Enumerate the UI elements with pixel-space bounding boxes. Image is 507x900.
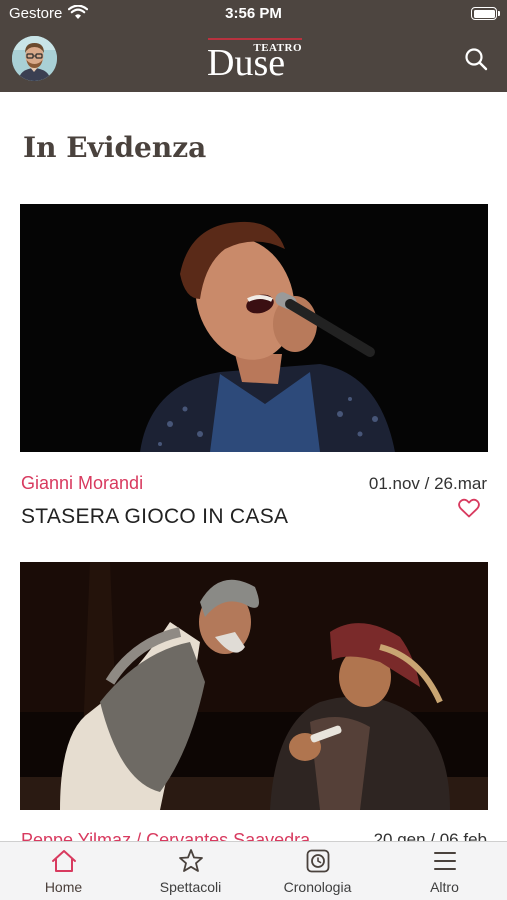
app-header: Gestore 3:56 PM TEATRO Duse xyxy=(0,0,507,92)
section-title: In Evidenza xyxy=(23,131,207,164)
tab-spettacoli[interactable]: Spettacoli xyxy=(127,842,254,900)
teatro-duse-logo: TEATRO Duse xyxy=(206,38,304,84)
status-bar: Gestore 3:56 PM xyxy=(0,0,507,28)
home-icon xyxy=(51,850,76,872)
tab-altro[interactable]: Altro xyxy=(381,842,507,900)
tab-altro-label: Altro xyxy=(430,879,459,895)
tab-spettacoli-label: Spettacoli xyxy=(159,879,222,895)
history-clock-icon xyxy=(306,849,329,873)
favorite-heart-icon[interactable] xyxy=(458,498,480,518)
tab-home[interactable]: Home xyxy=(0,842,127,900)
tab-home-label: Home xyxy=(44,879,83,895)
theatre-scene-photo xyxy=(20,562,488,810)
tab-bar: Home Spettacoli Cronologia Altro xyxy=(0,841,507,900)
performer-photo xyxy=(20,204,488,452)
battery-icon xyxy=(471,7,500,20)
clock: 3:56 PM xyxy=(225,5,282,22)
profile-avatar[interactable] xyxy=(12,36,57,81)
search-icon[interactable] xyxy=(463,46,489,72)
logo-big-text: Duse xyxy=(207,42,286,84)
menu-icon xyxy=(433,852,456,870)
tab-cronologia-label: Cronologia xyxy=(283,879,352,895)
logo-rule xyxy=(208,38,302,40)
card-title[interactable]: STASERA GIOCO IN CASA xyxy=(21,505,288,529)
star-icon xyxy=(178,849,203,872)
card-image[interactable] xyxy=(20,204,488,452)
avatar-image xyxy=(12,36,57,81)
card-dates: 01.nov / 26.mar xyxy=(368,474,487,493)
card-image[interactable] xyxy=(20,562,488,810)
card-artist: Gianni Morandi xyxy=(21,473,144,493)
tab-cronologia[interactable]: Cronologia xyxy=(254,842,381,900)
